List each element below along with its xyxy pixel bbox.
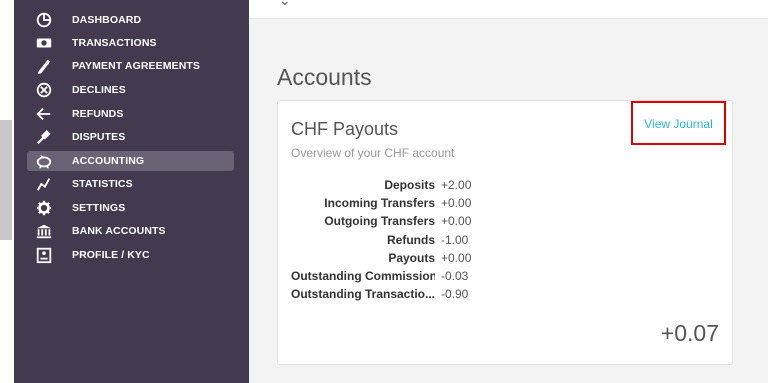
sidebar-item-dashboard[interactable]: DASHBOARD — [27, 10, 234, 30]
sidebar-item-declines[interactable]: DECLINES — [27, 80, 234, 100]
sidebar-item-bank-accounts[interactable]: BANK ACCOUNTS — [27, 221, 234, 241]
sidebar: DASHBOARD TRANSACTIONS PAYMENT AGREEMENT… — [14, 0, 249, 383]
top-bar: ⌄ — [249, 0, 768, 19]
chart-line-icon — [33, 175, 55, 193]
sidebar-item-label: DISPUTES — [72, 131, 126, 143]
sidebar-item-accounting[interactable]: ACCOUNTING — [27, 151, 234, 171]
sidebar-item-label: DASHBOARD — [72, 14, 142, 26]
sidebar-item-profile-kyc[interactable]: PROFILE / KYC — [27, 245, 234, 265]
sidebar-item-label: ACCOUNTING — [72, 155, 145, 167]
sidebar-item-payment-agreements[interactable]: PAYMENT AGREEMENTS — [27, 56, 234, 76]
gavel-icon — [33, 128, 55, 146]
row-value: -0.03 — [441, 269, 469, 284]
row-label: Outstanding Transactio... — [291, 287, 435, 302]
sidebar-item-label: PROFILE / KYC — [72, 249, 150, 261]
row-value: -1.00 — [441, 232, 469, 247]
table-row: Outgoing Transfers +0.00 — [291, 212, 471, 230]
sidebar-item-disputes[interactable]: DISPUTES — [27, 127, 234, 147]
sidebar-item-settings[interactable]: SETTINGS — [27, 198, 234, 218]
cancel-circle-icon — [33, 81, 55, 99]
sidebar-item-statistics[interactable]: STATISTICS — [27, 174, 234, 194]
gear-icon — [33, 199, 55, 217]
row-label: Deposits — [384, 178, 435, 193]
sidebar-item-label: PAYMENT AGREEMENTS — [72, 60, 201, 72]
refund-arrow-icon — [33, 105, 55, 123]
row-value: +0.00 — [441, 250, 472, 265]
sidebar-item-label: STATISTICS — [72, 178, 133, 190]
money-icon — [33, 34, 55, 52]
row-label: Payouts — [388, 250, 435, 265]
sidebar-item-transactions[interactable]: TRANSACTIONS — [27, 33, 234, 53]
dashboard-icon — [33, 11, 55, 29]
row-value: +0.00 — [441, 196, 472, 211]
table-row: Outstanding Commission -0.03 — [291, 267, 471, 285]
row-value: +0.00 — [441, 214, 472, 229]
row-value: -0.90 — [441, 287, 469, 302]
sidebar-item-label: BANK ACCOUNTS — [72, 225, 166, 237]
piggy-bank-icon — [33, 152, 55, 170]
row-label: Outstanding Commission — [291, 269, 435, 284]
table-row: Incoming Transfers +0.00 — [291, 194, 471, 212]
row-label: Outgoing Transfers — [324, 214, 435, 229]
table-row: Deposits +2.00 — [291, 176, 471, 194]
page-title: Accounts — [277, 64, 372, 90]
sidebar-item-label: SETTINGS — [72, 202, 126, 214]
table-row: Payouts +0.00 — [291, 249, 471, 267]
row-label: Refunds — [387, 232, 435, 247]
bank-icon — [33, 222, 55, 240]
account-card: CHF Payouts Overview of your CHF account… — [277, 100, 733, 365]
row-label: Incoming Transfers — [324, 196, 435, 211]
sidebar-item-label: DECLINES — [72, 84, 126, 96]
sidebar-item-label: REFUNDS — [72, 108, 124, 120]
table-row: Outstanding Transactio... -0.90 — [291, 285, 471, 303]
account-summary-table: Deposits +2.00 Incoming Transfers +0.00 … — [291, 176, 471, 303]
card-title: CHF Payouts — [291, 119, 399, 139]
table-row: Refunds -1.00 — [291, 231, 471, 249]
top-bar-glyph: ⌄ — [279, 0, 291, 8]
scrollbar[interactable] — [0, 120, 12, 240]
id-card-icon — [33, 246, 55, 264]
sidebar-item-label: TRANSACTIONS — [72, 37, 157, 49]
card-subtitle: Overview of your CHF account — [291, 146, 455, 160]
row-value: +2.00 — [441, 178, 472, 193]
view-journal-link[interactable]: View Journal — [631, 101, 726, 145]
pen-icon — [33, 57, 55, 75]
sidebar-item-refunds[interactable]: REFUNDS — [27, 104, 234, 124]
account-total: +0.07 — [660, 320, 719, 346]
